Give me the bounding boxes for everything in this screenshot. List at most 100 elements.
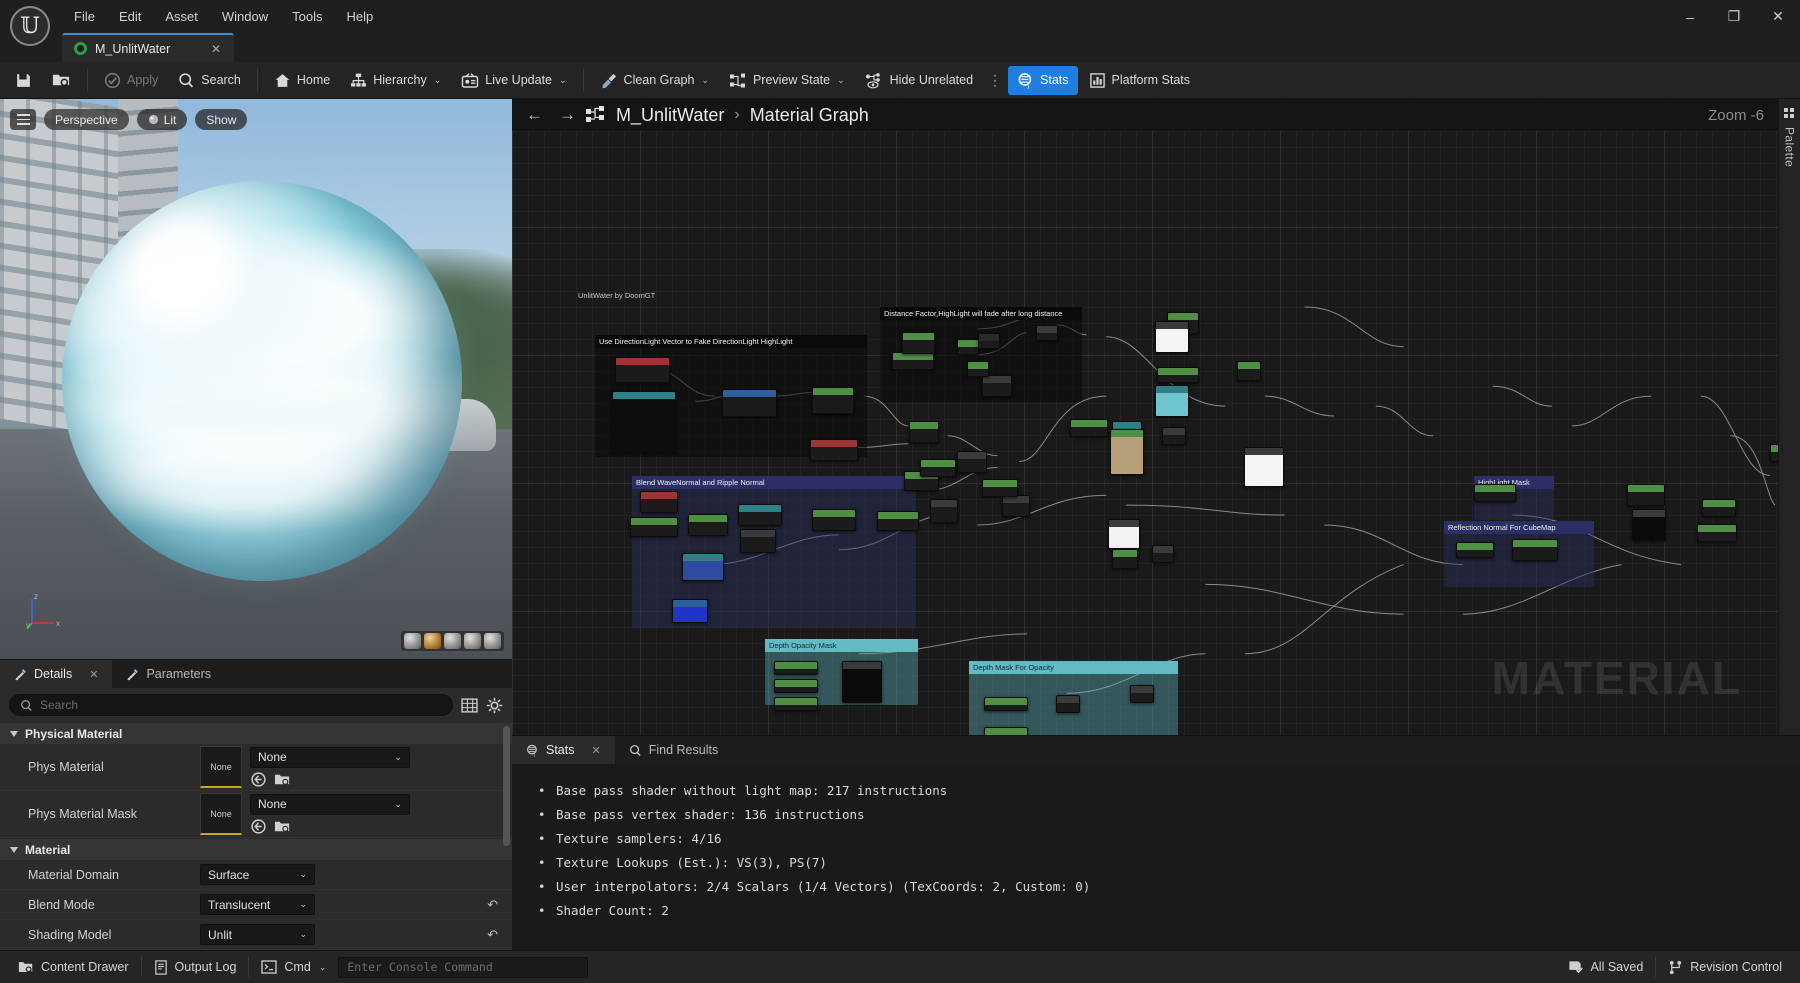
graph-node[interactable] (1155, 321, 1189, 353)
graph-node[interactable] (1702, 499, 1736, 517)
graph-node[interactable] (1070, 419, 1108, 437)
graph-node[interactable] (1112, 549, 1138, 569)
menu-item-file[interactable]: File (62, 0, 107, 33)
graph-node[interactable] (1157, 367, 1199, 383)
tab-stats[interactable]: i Stats ✕ (512, 736, 615, 764)
tab-parameters[interactable]: Parameters (112, 660, 225, 688)
viewport-lit-button[interactable]: Lit (136, 109, 188, 130)
hide-unrelated-button[interactable]: Hide Unrelated (856, 66, 982, 95)
details-scrollbar[interactable] (503, 726, 510, 846)
use-selected-asset-icon[interactable] (250, 771, 267, 788)
graph-node[interactable] (842, 661, 882, 703)
close-icon[interactable]: ✕ (208, 42, 224, 56)
graph-node[interactable] (982, 375, 1012, 397)
graph-node[interactable] (1456, 542, 1494, 558)
graph-node[interactable] (1512, 539, 1558, 561)
browse-to-asset-icon[interactable] (274, 771, 291, 788)
tab-find-results[interactable]: Find Results (615, 736, 732, 764)
graph-node[interactable] (682, 553, 724, 581)
graph-node[interactable] (1130, 685, 1154, 703)
tab-details[interactable]: Details ✕ (0, 660, 113, 688)
home-button[interactable]: Home (265, 66, 339, 95)
details-properties-list[interactable]: Physical Material Phys Material None Non… (0, 722, 512, 950)
gear-icon[interactable] (486, 697, 503, 714)
asset-thumbnail[interactable]: None (200, 793, 242, 835)
graph-node[interactable] (740, 529, 776, 553)
details-search-input[interactable]: Search (9, 694, 453, 716)
graph-node[interactable] (810, 439, 858, 461)
material-graph-canvas[interactable]: UnlitWater by DoomGT Use DirectionLight … (512, 99, 1778, 735)
graph-node[interactable] (1627, 484, 1665, 506)
graph-node[interactable] (1474, 484, 1516, 502)
preview-shape-plane[interactable] (444, 633, 461, 649)
graph-node[interactable] (1237, 361, 1261, 381)
graph-node[interactable] (909, 421, 939, 443)
graph-node[interactable] (957, 451, 987, 473)
graph-node[interactable] (640, 491, 678, 513)
search-button[interactable]: Search (169, 66, 250, 95)
graph-node[interactable] (812, 387, 854, 414)
save-button[interactable] (6, 66, 41, 95)
maximize-button[interactable]: ❐ (1712, 0, 1756, 33)
graph-node[interactable] (967, 361, 989, 377)
toolbar-overflow-button[interactable]: ⋮ (984, 72, 1006, 89)
graph-node[interactable] (982, 479, 1018, 497)
graph-node[interactable] (738, 504, 782, 526)
preview-state-button[interactable]: Preview State ⌄ (720, 66, 854, 95)
graph-node[interactable] (774, 679, 818, 693)
graph-node[interactable] (1108, 519, 1140, 549)
graph-node[interactable] (1110, 429, 1144, 475)
graph-node[interactable] (1770, 444, 1778, 462)
graph-node[interactable] (978, 333, 1000, 349)
browse-button[interactable] (43, 66, 80, 95)
apply-button[interactable]: Apply (95, 66, 167, 95)
revert-icon[interactable]: ↶ (487, 927, 502, 943)
graph-node[interactable] (984, 727, 1028, 735)
close-icon[interactable]: ✕ (592, 744, 601, 757)
preview-shape-custom[interactable] (484, 633, 501, 649)
menu-item-help[interactable]: Help (334, 0, 385, 33)
asset-thumbnail[interactable]: None (200, 746, 242, 788)
graph-node[interactable] (902, 332, 935, 354)
graph-node[interactable] (892, 352, 934, 370)
cmd-button[interactable]: Cmd ⌄ (249, 955, 338, 980)
viewport-perspective-button[interactable]: Perspective (44, 109, 129, 130)
graph-node[interactable] (774, 697, 818, 711)
clean-graph-button[interactable]: Clean Graph ⌄ (591, 66, 718, 95)
graph-node[interactable] (812, 509, 856, 531)
hierarchy-button[interactable]: Hierarchy ⌄ (341, 66, 450, 95)
graph-node[interactable] (1244, 447, 1284, 487)
menu-item-tools[interactable]: Tools (280, 0, 334, 33)
graph-node[interactable] (612, 391, 676, 453)
viewport-show-button[interactable]: Show (195, 109, 248, 130)
all-saved-indicator[interactable]: All Saved (1556, 955, 1655, 980)
material-domain-combo[interactable]: Surface ⌄ (200, 864, 315, 885)
graph-node[interactable] (1056, 695, 1080, 713)
grid-view-icon[interactable] (461, 697, 478, 714)
preview-shape-cube[interactable] (464, 633, 481, 649)
stats-toggle-button[interactable]: i Stats (1008, 65, 1078, 95)
graph-node[interactable] (688, 514, 728, 536)
graph-node[interactable] (672, 599, 708, 623)
close-button[interactable]: ✕ (1756, 0, 1800, 33)
menu-item-window[interactable]: Window (210, 0, 280, 33)
revision-control-button[interactable]: Revision Control (1656, 955, 1794, 980)
graph-node[interactable] (1632, 509, 1666, 541)
asset-tab-m-unlitwater[interactable]: M_UnlitWater ✕ (62, 33, 234, 62)
graph-node[interactable] (722, 389, 777, 417)
platform-stats-button[interactable]: Platform Stats (1080, 66, 1200, 95)
asset-picker-combo[interactable]: None ⌄ (250, 793, 410, 815)
minimize-button[interactable]: – (1668, 0, 1712, 33)
asset-picker-combo[interactable]: None ⌄ (250, 746, 410, 768)
graph-node[interactable] (920, 459, 956, 477)
graph-node[interactable] (1152, 545, 1174, 563)
browse-to-asset-icon[interactable] (274, 818, 291, 835)
category-physical-material[interactable]: Physical Material (0, 722, 512, 744)
graph-node[interactable] (930, 499, 958, 523)
graph-node[interactable] (774, 661, 818, 675)
material-preview-viewport[interactable]: Perspective Lit Show z y x (0, 99, 512, 659)
graph-node[interactable] (1697, 524, 1737, 542)
viewport-menu-button[interactable] (10, 109, 36, 130)
preview-shape-cylinder[interactable] (404, 633, 421, 649)
graph-node[interactable] (1155, 385, 1189, 417)
